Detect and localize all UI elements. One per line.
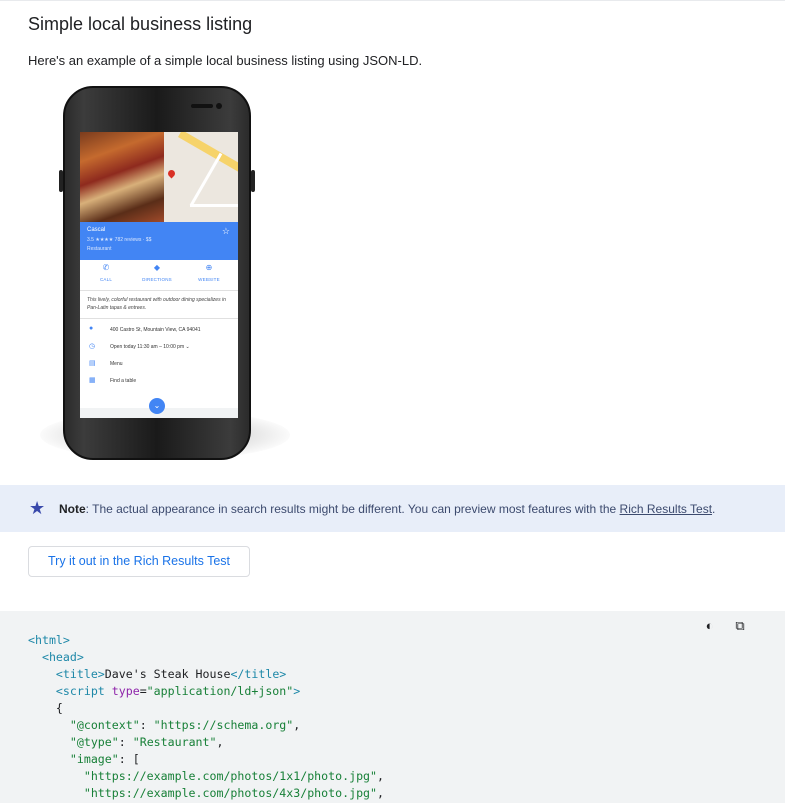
intro-text: Here's an example of a simple local busi… <box>28 53 423 68</box>
expand-chevron-icon: ⌄ <box>149 398 165 414</box>
note-text: Note: The actual appearance in search re… <box>59 502 716 516</box>
note-label: Note <box>59 502 86 516</box>
phone-screen: Cascal 3.5 ★★★★ 782 reviews · $$ Restaur… <box>80 132 238 418</box>
copy-icon[interactable]: ⧉ <box>730 618 750 634</box>
phone-speaker <box>191 104 213 108</box>
code-listing: <html> <head> <title>Dave's Steak House<… <box>28 633 384 800</box>
note-callout: ★ Note: The actual appearance in search … <box>0 485 785 532</box>
directions-action: ◆ DIRECTIONS <box>137 263 177 282</box>
code-block: ◐ ⧉ <html> <head> <title>Dave's Steak Ho… <box>0 611 785 803</box>
directions-icon: ◆ <box>153 263 161 272</box>
detail-row: ◷ Open today 11:30 am – 10:00 pm ⌄ <box>89 343 190 350</box>
detail-row: ▤ Menu <box>89 360 123 367</box>
clock-icon: ◷ <box>89 343 96 350</box>
dark-mode-toggle-icon[interactable]: ◐ <box>700 618 720 634</box>
detail-row: ▦ Find a table <box>89 377 137 384</box>
phone-frame: Cascal 3.5 ★★★★ 782 reviews · $$ Restaur… <box>63 86 251 460</box>
star-outline-icon: ☆ <box>221 226 230 236</box>
business-name: Cascal <box>87 227 106 233</box>
business-actions: ✆ CALL ◆ DIRECTIONS ⊕ WEBSITE <box>80 263 238 287</box>
business-rating: 3.5 ★★★★ 782 reviews · $$ <box>87 237 152 243</box>
rich-results-test-link[interactable]: Rich Results Test <box>620 502 712 516</box>
code-toolbar: ◐ ⧉ <box>694 617 750 635</box>
star-icon: ★ <box>29 498 46 518</box>
section-heading: Simple local business listing <box>28 14 253 34</box>
map-thumbnail <box>164 132 238 222</box>
divider <box>80 318 238 319</box>
location-pin-icon: ● <box>89 325 94 332</box>
try-rich-results-button[interactable]: Try it out in the Rich Results Test <box>28 546 250 577</box>
business-type: Restaurant <box>87 246 112 252</box>
calendar-icon: ▦ <box>89 377 96 384</box>
phone-camera <box>216 103 222 109</box>
website-action: ⊕ WEBSITE <box>189 263 229 282</box>
divider <box>80 290 238 291</box>
menu-book-icon: ▤ <box>89 360 96 367</box>
phone-side-button <box>251 170 255 192</box>
restaurant-photo <box>80 132 164 222</box>
phone-illustration: Cascal 3.5 ★★★★ 782 reviews · $$ Restaur… <box>28 80 290 470</box>
note-body: : The actual appearance in search result… <box>85 502 620 516</box>
business-description: This lively, colorful restaurant with ou… <box>87 297 226 311</box>
globe-icon: ⊕ <box>205 263 213 272</box>
top-divider <box>0 0 785 1</box>
detail-row: ● 400 Castro St, Mountain View, CA 94041 <box>89 325 201 333</box>
business-header: Cascal 3.5 ★★★★ 782 reviews · $$ Restaur… <box>80 222 238 260</box>
call-action: ✆ CALL <box>86 263 126 282</box>
phone-icon: ✆ <box>102 263 110 272</box>
map-pin-icon <box>166 168 177 179</box>
